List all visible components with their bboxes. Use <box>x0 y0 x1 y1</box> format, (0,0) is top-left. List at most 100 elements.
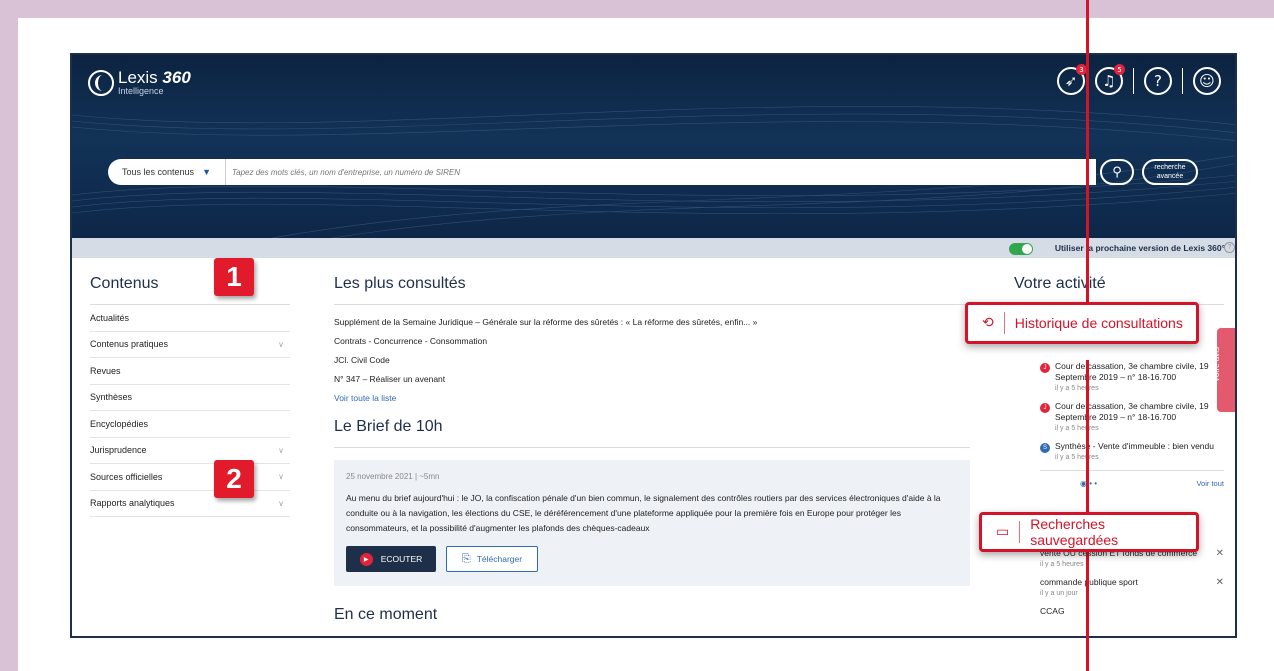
search-input[interactable] <box>226 159 1096 185</box>
main-content: Les plus consultés Supplément de la Sema… <box>334 275 970 624</box>
close-icon[interactable]: ✕ <box>1216 577 1224 600</box>
next-version-label: Utiliser la prochaine version de Lexis 3… <box>1054 243 1225 253</box>
jurisprudence-icon: J <box>1040 403 1050 413</box>
sidebar-item-actualites[interactable]: Actualités <box>90 305 290 332</box>
brief-body: Au menu du brief aujourd'hui : le JO, la… <box>346 493 941 533</box>
sidebar-item-jurisprudence[interactable]: Jurisprudence ∨ <box>90 438 290 464</box>
history-callout: ⟲ Historique de consultations <box>965 302 1199 344</box>
listen-label: ECOUTER <box>380 554 423 564</box>
user-icon[interactable]: ☺ <box>1193 67 1221 95</box>
download-label: Télécharger <box>476 554 523 564</box>
see-all-link[interactable]: Voir toute la liste <box>334 389 970 408</box>
sidebar-item-label: Revues <box>90 365 121 376</box>
listen-button[interactable]: ▶ ECOUTER <box>346 546 436 572</box>
activity-time: il y a 5 heures <box>1055 454 1099 461</box>
activity-time: il y a 5 heures <box>1055 425 1099 432</box>
chevron-down-icon: ∨ <box>278 472 284 482</box>
dropdown-arrow-icon: ▼ <box>202 167 211 177</box>
sidebar-item-label: Contenus pratiques <box>90 339 169 350</box>
contents-sidebar: Contenus Actualités Contenus pratiques ∨ … <box>90 275 290 517</box>
chevron-down-icon: ∨ <box>278 339 284 349</box>
version-bar: Utiliser la prochaine version de Lexis 3… <box>72 238 1235 258</box>
logo-number: 360 <box>162 68 191 87</box>
play-icon: ▶ <box>359 552 373 566</box>
brief-date: 25 novembre 2021 | ~5mn <box>346 472 440 481</box>
sidebar-item-contenus-pratiques[interactable]: Contenus pratiques ∨ <box>90 332 290 358</box>
sidebar-item-encyclopedies[interactable]: Encyclopédies <box>90 411 290 438</box>
sidebar-item-sources-officielles[interactable]: Sources officielles ∨ <box>90 464 290 491</box>
sidebar-item-label: Actualités <box>90 312 130 323</box>
sidebar-item-revues[interactable]: Revues <box>90 358 290 385</box>
close-icon[interactable]: ✕ <box>1216 548 1224 571</box>
see-all-activity-link[interactable]: Voir tout <box>1196 479 1224 488</box>
sidebar-item-label: Synthèses <box>90 392 133 403</box>
help-small-icon[interactable]: ? <box>1224 242 1235 253</box>
logo-subtitle: Intelligence <box>118 86 164 96</box>
annotation-badge-1: 1 <box>214 258 254 296</box>
brief-title: Le Brief de 10h <box>334 418 970 448</box>
sidebar-item-label: Jurisprudence <box>90 445 147 456</box>
bell-icon[interactable]: ♫ 5 <box>1095 64 1125 95</box>
scope-label: Tous les contenus <box>122 167 195 177</box>
sidebar-item-label: Sources officielles <box>90 471 163 482</box>
saved-search-time: il y a 5 heures <box>1040 561 1084 568</box>
header-separator <box>1133 68 1134 94</box>
saved-search-item[interactable]: CCAG <box>1040 606 1224 617</box>
saved-callout-label: Recherches sauvegardées <box>1030 516 1119 548</box>
list-item[interactable]: Supplément de la Semaine Juridique – Gén… <box>334 313 970 332</box>
search-bar: Tous les contenus ▼ ⚲ recherche avancée <box>108 159 1198 185</box>
jurisprudence-icon: J <box>1040 363 1050 373</box>
activity-item[interactable]: S Synthèse - Vente d'immeuble : bien ven… <box>1040 441 1224 464</box>
download-button[interactable]: ⎘ Télécharger <box>446 546 538 572</box>
lexis-logo[interactable]: Lexis 360 Intelligence <box>88 69 191 96</box>
activity-text: Cour de cassation, 3e chambre civile, 19… <box>1055 401 1209 422</box>
activity-item[interactable]: J Cour de cassation, 3e chambre civile, … <box>1040 401 1224 435</box>
chevron-down-icon: ∨ <box>278 445 284 455</box>
help-icon[interactable]: ? <box>1144 67 1172 95</box>
most-consulted-title: Les plus consultés <box>334 275 970 305</box>
download-icon: ⎘ <box>461 552 471 565</box>
lexis-logo-icon <box>88 69 114 96</box>
activity-text: Synthèse - Vente d'immeuble : bien vendu <box>1055 441 1214 451</box>
feedback-label: Votre avis <box>1212 346 1222 383</box>
activity-item[interactable]: J Cour de cassation, 3e chambre civile, … <box>1040 361 1224 395</box>
advanced-label-1: recherche <box>1154 164 1186 171</box>
logo-title: Lexis <box>118 68 158 87</box>
save-icon: ▭ <box>996 524 1010 540</box>
contents-title: Contenus <box>90 275 290 305</box>
header-banner: Lexis 360 Intelligence ➶ 3 ♫ 5 ? ☺ Tous le… <box>72 55 1235 238</box>
activity-title: Votre activité <box>1014 275 1224 305</box>
saved-search-item[interactable]: commande publique sport il y a un jour ✕ <box>1040 577 1224 600</box>
synthesis-icon: S <box>1040 443 1050 453</box>
search-icon[interactable]: ⚲ <box>1100 159 1134 185</box>
feedback-tab[interactable]: Votre avis <box>1212 328 1235 412</box>
header-separator <box>1182 68 1183 94</box>
list-item[interactable]: JCl. Civil Code <box>334 351 970 370</box>
activity-time: il y a 5 heures <box>1055 385 1099 392</box>
header-icon-bar: ➶ 3 ♫ 5 ? ☺ <box>1047 64 1221 95</box>
sidebar-item-label: Encyclopédies <box>90 418 149 429</box>
annotation-line-top <box>1086 0 1089 335</box>
sidebar-item-label: Rapports analytiques <box>90 498 175 509</box>
history-callout-label: Historique de consultations <box>1014 315 1183 331</box>
advanced-label-2: avancée <box>1156 173 1184 180</box>
history-icon: ⟲ <box>982 315 994 331</box>
most-consulted-list: Supplément de la Semaine Juridique – Gén… <box>334 305 970 408</box>
brief-card: 25 novembre 2021 | ~5mn Au menu du brief… <box>334 460 970 586</box>
moment-title: En ce moment <box>334 606 438 623</box>
saved-searches-callout: ▭ Recherches sauvegardées <box>979 512 1199 552</box>
sidebar-item-rapports-analytiques[interactable]: Rapports analytiques ∨ <box>90 491 290 517</box>
sidebar-item-syntheses[interactable]: Synthèses <box>90 385 290 411</box>
advanced-search-button[interactable]: recherche avancée <box>1142 159 1198 185</box>
list-item[interactable]: N° 347 – Réaliser un avenant <box>334 370 970 389</box>
chevron-down-icon: ∨ <box>278 498 284 508</box>
saved-search-text: CCAG <box>1040 606 1065 616</box>
bell-badge: 5 <box>1114 64 1125 75</box>
next-version-toggle[interactable] <box>1009 243 1033 255</box>
activity-footer: ◉ • • Voir tout <box>1040 470 1224 490</box>
scope-dropdown[interactable]: Tous les contenus ▼ <box>108 159 226 185</box>
rocket-icon[interactable]: ➶ 3 <box>1057 64 1087 95</box>
annotation-badge-2: 2 <box>214 460 254 498</box>
list-item[interactable]: Contrats - Concurrence - Consommation <box>334 332 970 351</box>
activity-text: Cour de cassation, 3e chambre civile, 19… <box>1055 361 1209 382</box>
